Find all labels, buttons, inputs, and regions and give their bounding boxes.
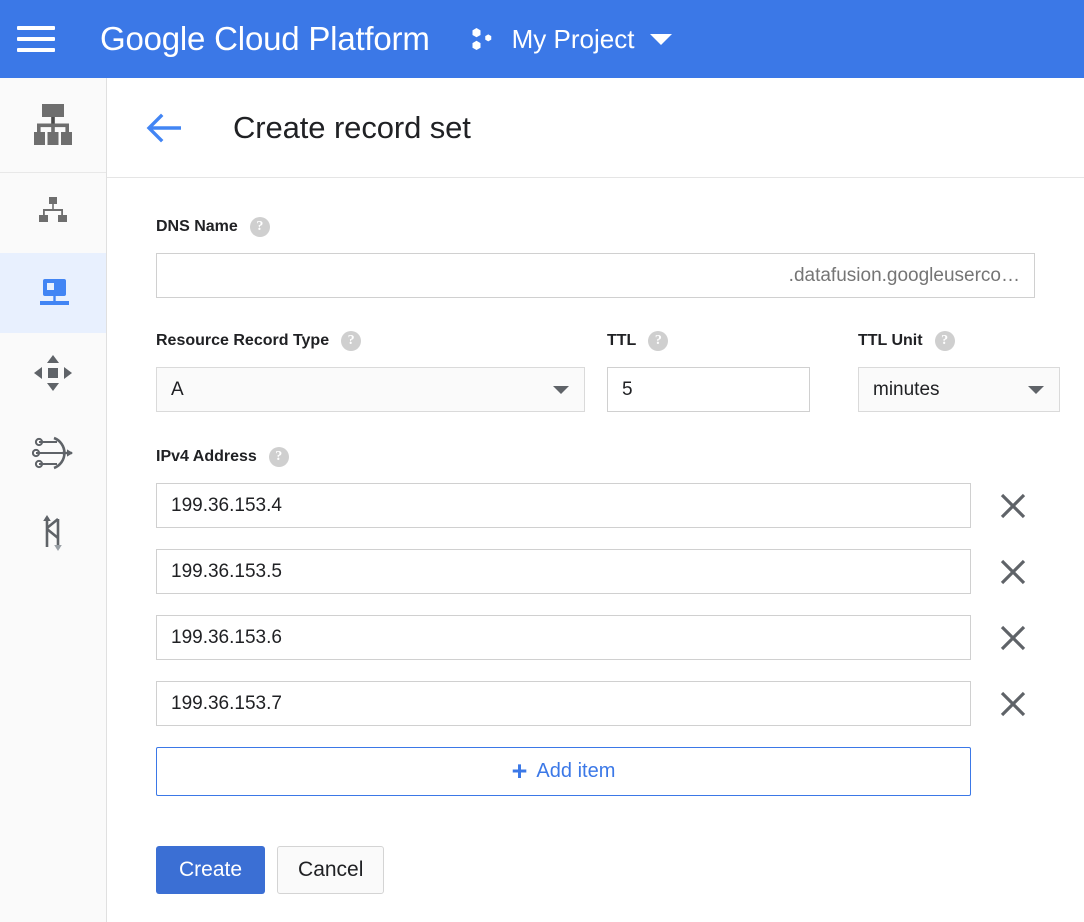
create-button[interactable]: Create xyxy=(156,846,265,894)
google-cloud-project-hexagons-icon xyxy=(470,24,500,54)
load-balancing-icon xyxy=(32,435,74,471)
ipv4-address-row xyxy=(156,681,1084,726)
rail-item-network-topology[interactable] xyxy=(0,173,106,253)
ttl-unit-value: minutes xyxy=(873,379,940,401)
form-actions: Create Cancel xyxy=(156,846,1084,894)
dropdown-caret-icon xyxy=(1028,386,1044,394)
ipv4-address-list xyxy=(156,483,1084,726)
chevron-down-icon[interactable] xyxy=(650,34,672,45)
hamburger-menu-icon[interactable] xyxy=(14,17,58,61)
record-type-select[interactable]: A xyxy=(156,367,585,412)
ipv4-address-input[interactable] xyxy=(156,483,971,528)
page-header: Create record set xyxy=(107,78,1084,178)
routes-move-icon xyxy=(33,354,73,392)
plus-icon: + xyxy=(512,758,528,785)
rail-item-dns-zone[interactable] xyxy=(0,253,106,333)
ipv4-address-input[interactable] xyxy=(156,681,971,726)
create-record-set-form: DNS Name ? Resource Record Type ? A TTL … xyxy=(107,178,1084,894)
left-icon-rail xyxy=(0,78,107,922)
add-item-button[interactable]: + Add item xyxy=(156,747,971,796)
hamburger-bar xyxy=(17,37,55,41)
content-area: Create record set DNS Name ? Resource Re… xyxy=(107,78,1084,922)
network-topology-icon xyxy=(36,196,70,230)
ipv4-address-input[interactable] xyxy=(156,615,971,660)
rail-item-org-hierarchy[interactable] xyxy=(0,78,106,173)
top-app-bar: Google Cloud Platform My Project xyxy=(0,0,1084,78)
ipv4-address-row xyxy=(156,615,1084,660)
brand-title: Google Cloud Platform xyxy=(100,20,430,58)
ttl-input[interactable] xyxy=(607,367,810,412)
help-circle-icon[interactable]: ? xyxy=(250,217,270,237)
hamburger-bar xyxy=(17,26,55,30)
ipv4-address-row xyxy=(156,483,1084,528)
close-x-icon[interactable] xyxy=(996,555,1030,589)
ipv4-address-label-text: IPv4 Address xyxy=(156,448,257,466)
close-x-icon[interactable] xyxy=(996,489,1030,523)
back-arrow-icon[interactable] xyxy=(145,109,183,147)
ttl-label: TTL ? xyxy=(607,330,834,352)
record-type-label: Resource Record Type ? xyxy=(156,330,585,352)
page-title: Create record set xyxy=(233,110,471,146)
help-circle-icon[interactable]: ? xyxy=(648,331,668,351)
close-x-icon[interactable] xyxy=(996,621,1030,655)
ttl-group: TTL ? xyxy=(607,330,834,412)
project-name-label: My Project xyxy=(512,24,635,55)
record-type-label-text: Resource Record Type xyxy=(156,332,329,350)
dropdown-caret-icon xyxy=(553,386,569,394)
dns-name-label: DNS Name ? xyxy=(156,216,1084,238)
org-hierarchy-icon xyxy=(28,102,78,148)
rail-item-traffic-director[interactable] xyxy=(0,493,106,573)
ipv4-address-row xyxy=(156,549,1084,594)
ipv4-address-input[interactable] xyxy=(156,549,971,594)
ipv4-address-label: IPv4 Address ? xyxy=(156,446,1084,468)
dns-name-label-text: DNS Name xyxy=(156,218,238,236)
ttl-unit-label: TTL Unit ? xyxy=(858,330,1060,352)
dns-zone-monitor-icon xyxy=(34,276,72,310)
project-selector[interactable]: My Project xyxy=(470,24,673,55)
add-item-label: Add item xyxy=(536,760,615,783)
ttl-unit-select[interactable]: minutes xyxy=(858,367,1060,412)
rail-item-load-balancing[interactable] xyxy=(0,413,106,493)
dns-name-input[interactable] xyxy=(156,253,1035,298)
close-x-icon[interactable] xyxy=(996,687,1030,721)
traffic-director-icon xyxy=(36,514,70,552)
record-type-row: Resource Record Type ? A TTL ? TTL Unit xyxy=(156,330,1084,412)
help-circle-icon[interactable]: ? xyxy=(269,447,289,467)
help-circle-icon[interactable]: ? xyxy=(935,331,955,351)
hamburger-bar xyxy=(17,48,55,52)
cancel-button[interactable]: Cancel xyxy=(277,846,384,894)
ttl-label-text: TTL xyxy=(607,332,636,350)
rail-item-routes[interactable] xyxy=(0,333,106,413)
record-type-group: Resource Record Type ? A xyxy=(156,330,585,412)
help-circle-icon[interactable]: ? xyxy=(341,331,361,351)
ttl-unit-label-text: TTL Unit xyxy=(858,332,923,350)
record-type-value: A xyxy=(171,379,184,401)
ttl-unit-group: TTL Unit ? minutes xyxy=(858,330,1060,412)
